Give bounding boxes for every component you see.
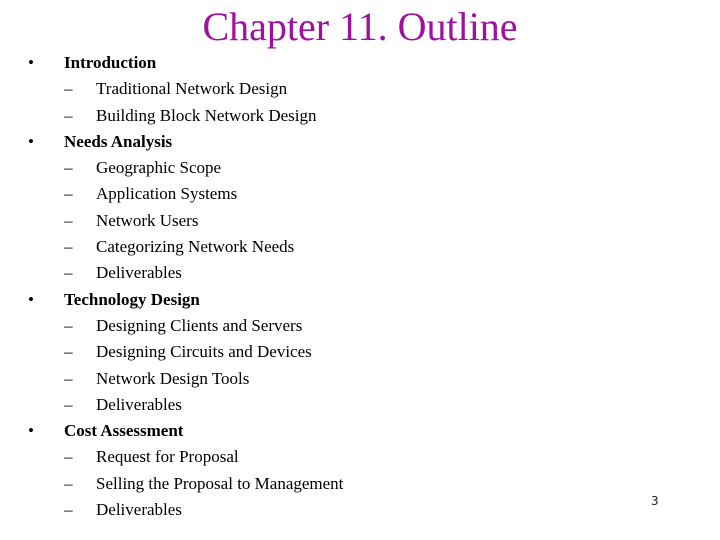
list-item: – Deliverables: [64, 392, 343, 418]
item-label: Deliverables: [96, 500, 182, 520]
dash-icon: –: [64, 105, 73, 125]
list-item: – Designing Circuits and Devices: [64, 339, 343, 365]
dash-icon: –: [64, 394, 73, 414]
dash-icon: –: [64, 368, 73, 388]
item-label: Designing Circuits and Devices: [96, 342, 312, 362]
item-label: Selling the Proposal to Management: [96, 473, 344, 493]
section-label: Technology Design: [64, 289, 200, 309]
dash-icon: –: [64, 263, 73, 283]
list-item: – Traditional Network Design: [64, 76, 343, 102]
section-label: Introduction: [64, 53, 157, 72]
item-label: Application Systems: [96, 184, 238, 204]
section-introduction: • Introduction – Traditional Network Desi…: [28, 50, 343, 129]
dash-icon: –: [64, 500, 73, 520]
dash-icon: –: [64, 315, 73, 335]
bullet-icon: •: [28, 289, 34, 309]
dash-icon: –: [64, 79, 73, 99]
list-item: – Selling the Proposal to Management: [64, 471, 343, 497]
item-label: Categorizing Network Needs: [96, 237, 295, 257]
item-label: Geographic Scope: [96, 158, 222, 178]
list-item: – Deliverables: [64, 260, 343, 286]
list-item: – Deliverables: [64, 497, 343, 523]
dash-icon: –: [64, 473, 73, 493]
list-item: – Designing Clients and Servers: [64, 313, 343, 339]
item-label: Traditional Network Design: [96, 79, 288, 99]
list-item: – Network Users: [64, 208, 343, 234]
page-number: 3: [651, 494, 659, 508]
section-label: Needs Analysis: [64, 131, 173, 151]
subitem-list: – Geographic Scope – Application Systems –…: [64, 155, 343, 286]
subitem-list: – Designing Clients and Servers – Designin…: [64, 313, 343, 418]
slide-title: Chapter 11. Outline: [0, 4, 720, 50]
list-item: – Request for Proposal: [64, 444, 343, 470]
bullet-icon: •: [28, 131, 34, 151]
dash-icon: –: [64, 210, 73, 230]
slide-title-text: Chapter 11. Outline: [202, 4, 518, 49]
dash-icon: –: [64, 342, 73, 362]
section-technology-design: • Technology Design – Designing Clients a…: [28, 287, 343, 418]
list-item: – Building Block Network Design: [64, 103, 343, 129]
item-label: Deliverables: [96, 263, 182, 283]
dash-icon: –: [64, 237, 73, 257]
list-item: – Geographic Scope: [64, 155, 343, 181]
list-item: – Application Systems: [64, 181, 343, 207]
bullet-icon: •: [28, 421, 34, 441]
list-item: – Categorizing Network Needs: [64, 234, 343, 260]
dash-icon: –: [64, 184, 73, 204]
section-needs-analysis: • Needs Analysis – Geographic Scope – Appl…: [28, 129, 343, 287]
subitem-list: – Traditional Network Design – Building Bl…: [64, 76, 343, 129]
item-label: Network Users: [96, 210, 199, 230]
subitem-list: – Request for Proposal – Selling the Propo…: [64, 444, 343, 523]
list-item: – Network Design Tools: [64, 366, 343, 392]
section-label: Cost Assessment: [64, 421, 184, 441]
item-label: Building Block Network Design: [96, 105, 317, 125]
item-label: Designing Clients and Servers: [96, 315, 303, 335]
outline-list: • Introduction – Traditional Network Desi…: [28, 50, 343, 523]
section-cost-assessment: • Cost Assessment – Request for Proposal …: [28, 418, 343, 523]
dash-icon: –: [64, 447, 73, 467]
bullet-icon: •: [28, 53, 34, 72]
item-label: Request for Proposal: [96, 447, 239, 467]
item-label: Network Design Tools: [96, 368, 250, 388]
item-label: Deliverables: [96, 394, 182, 414]
dash-icon: –: [64, 158, 73, 178]
